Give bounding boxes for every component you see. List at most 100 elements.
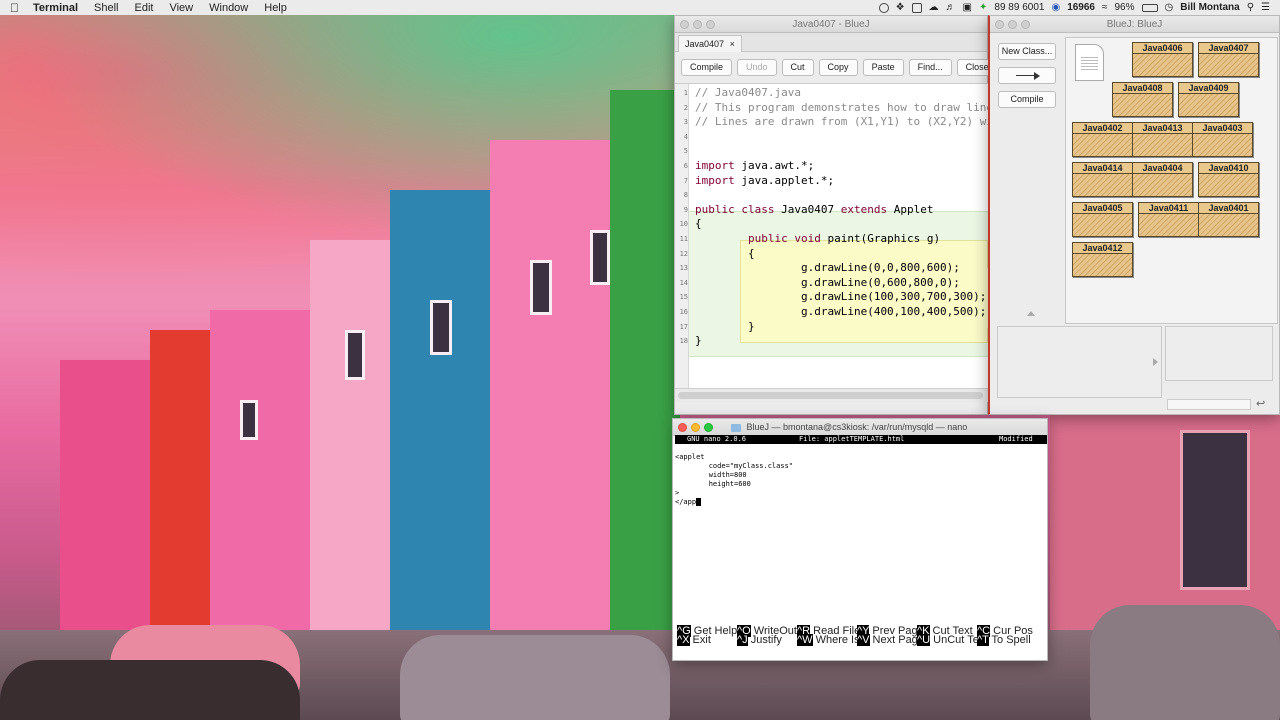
shortcut-justify: ^J Justify: [737, 634, 782, 646]
wallpaper-car: [0, 660, 300, 720]
line-number: 15: [679, 293, 688, 302]
class-diagram: Java0406 Java0407 Java0408 Java0409 Java0402…: [1065, 37, 1278, 324]
code-line: // Java0407.java: [695, 86, 801, 99]
horizontal-scrollbar[interactable]: [675, 388, 988, 402]
project-window: BlueJ: BlueJ New Class... Compile Java04…: [988, 15, 1280, 415]
minimize-icon[interactable]: [691, 423, 700, 432]
class-name: Java0408: [1113, 83, 1172, 94]
leaf-icon[interactable]: ✦: [979, 2, 987, 13]
compile-button[interactable]: Compile: [681, 58, 733, 76]
menu-view[interactable]: View: [161, 2, 201, 14]
line-number: 3: [683, 118, 688, 127]
new-class-button[interactable]: New Class...: [998, 43, 1056, 60]
class-name: Java0401: [1199, 203, 1258, 214]
square-icon[interactable]: [911, 2, 922, 13]
headphones-icon[interactable]: ♬: [946, 2, 956, 13]
clock-icon[interactable]: ◷: [1165, 2, 1174, 13]
class-box-java0410[interactable]: Java0410: [1198, 162, 1259, 197]
class-box-java0402[interactable]: Java0402: [1072, 122, 1133, 157]
class-box-java0405[interactable]: Java0405: [1072, 202, 1133, 237]
cube-icon[interactable]: ▣: [963, 2, 972, 13]
menu-shell[interactable]: Shell: [86, 2, 126, 14]
shortcut-row: ^X Exit ^J Justify ^W Where Is ^V Next Page…: [675, 634, 1047, 646]
battery-text[interactable]: 96%: [1115, 2, 1135, 13]
minimize-icon[interactable]: [1008, 20, 1017, 29]
nano-modified: Modified: [999, 435, 1033, 443]
menu-window[interactable]: Window: [201, 2, 256, 14]
class-box-java0411[interactable]: Java0411: [1138, 202, 1199, 237]
zoom-icon[interactable]: [706, 20, 715, 29]
cloud-icon[interactable]: ☁: [929, 2, 939, 13]
code-line: }: [695, 334, 702, 348]
class-box-java0414[interactable]: Java0414: [1072, 162, 1133, 197]
wallpaper-house: [210, 310, 310, 660]
close-icon[interactable]: [995, 20, 1004, 29]
minimize-icon[interactable]: [693, 20, 702, 29]
tab-java0407[interactable]: Java0407 ×: [678, 35, 742, 52]
wallpaper-car: [400, 635, 670, 720]
class-box-java0412[interactable]: Java0412: [1072, 242, 1133, 277]
terminal-titlebar[interactable]: BlueJ — bmontana@cs3kiosk: /var/run/mysq…: [673, 419, 1047, 449]
close-icon[interactable]: [678, 423, 687, 432]
tab-close-icon[interactable]: ×: [730, 39, 735, 49]
class-box-java0413[interactable]: Java0413: [1132, 122, 1193, 157]
find-button[interactable]: Find...: [908, 58, 952, 76]
wallpaper-window: [590, 230, 610, 285]
class-box-java0408[interactable]: Java0408: [1112, 82, 1173, 117]
readme-icon[interactable]: [1075, 44, 1104, 81]
class-name: Java0409: [1179, 83, 1238, 94]
scroll-right-icon[interactable]: [1153, 358, 1158, 366]
editor-tabbar: Java0407 ×: [675, 33, 987, 52]
class-box-java0409[interactable]: Java0409: [1178, 82, 1239, 117]
line-number: 6: [683, 162, 688, 170]
copy-button[interactable]: Copy: [818, 58, 858, 76]
class-name: Java0404: [1133, 163, 1192, 174]
shortcut-label: Next Page: [869, 634, 924, 646]
zoom-icon[interactable]: [704, 423, 713, 432]
reset-icon[interactable]: ↩: [1256, 397, 1265, 410]
code-editor[interactable]: 1 // Java0407.java 2 // This program demons…: [675, 83, 988, 388]
menu-help[interactable]: Help: [256, 2, 295, 14]
editor-title: Java0407 - BlueJ: [792, 19, 870, 30]
file-line: <applet: [675, 453, 1047, 462]
scroll-up-icon[interactable]: [1027, 311, 1035, 316]
user-name[interactable]: Bill Montana: [1180, 2, 1239, 13]
wallpaper-window: [240, 400, 258, 440]
editor-titlebar[interactable]: Java0407 - BlueJ: [675, 16, 987, 33]
wifi-icon[interactable]: ≈: [1102, 2, 1108, 13]
wallpaper-window: [430, 300, 452, 355]
menu-edit[interactable]: Edit: [127, 2, 162, 14]
menu-app-name[interactable]: Terminal: [25, 2, 86, 14]
inheritance-arrow-button[interactable]: [998, 67, 1056, 84]
notifications-icon[interactable]: ☰: [1261, 2, 1270, 13]
keyword: import: [695, 159, 735, 172]
paste-button[interactable]: Paste: [862, 58, 904, 76]
undo-button[interactable]: Undo: [737, 58, 777, 76]
wallpaper-house: [150, 330, 210, 660]
class-box-java0404[interactable]: Java0404: [1132, 162, 1193, 197]
code-line: g.drawLine(0,0,800,600);: [800, 261, 960, 275]
cut-button[interactable]: Cut: [781, 58, 814, 76]
class-box-java0407[interactable]: Java0407: [1198, 42, 1259, 77]
window-controls: [678, 423, 713, 432]
apple-menu-icon[interactable]: : [0, 1, 25, 15]
class-box-java0406[interactable]: Java0406: [1132, 42, 1193, 77]
class-box-java0403[interactable]: Java0403: [1192, 122, 1253, 157]
count-text[interactable]: 16966: [1067, 2, 1095, 13]
class-box-java0401[interactable]: Java0401: [1198, 202, 1259, 237]
code-line: // This program demonstrates how to draw…: [695, 100, 988, 114]
shortcut-label: Justify: [747, 634, 782, 646]
shield-icon[interactable]: ◉: [1051, 2, 1060, 13]
dropbox-icon[interactable]: ❖: [896, 2, 905, 13]
search-icon[interactable]: ⚲: [1247, 2, 1254, 13]
project-titlebar[interactable]: BlueJ: BlueJ: [990, 16, 1279, 33]
close-icon[interactable]: [680, 20, 689, 29]
record-icon[interactable]: [878, 2, 889, 13]
project-compile-button[interactable]: Compile: [998, 91, 1056, 108]
keyword: public: [695, 202, 735, 216]
status-text[interactable]: 89 89 6001: [994, 2, 1044, 13]
code-line: {: [695, 217, 702, 231]
zoom-icon[interactable]: [1021, 20, 1030, 29]
class-name: Java0402: [1073, 123, 1132, 134]
battery-icon[interactable]: [1141, 3, 1158, 12]
